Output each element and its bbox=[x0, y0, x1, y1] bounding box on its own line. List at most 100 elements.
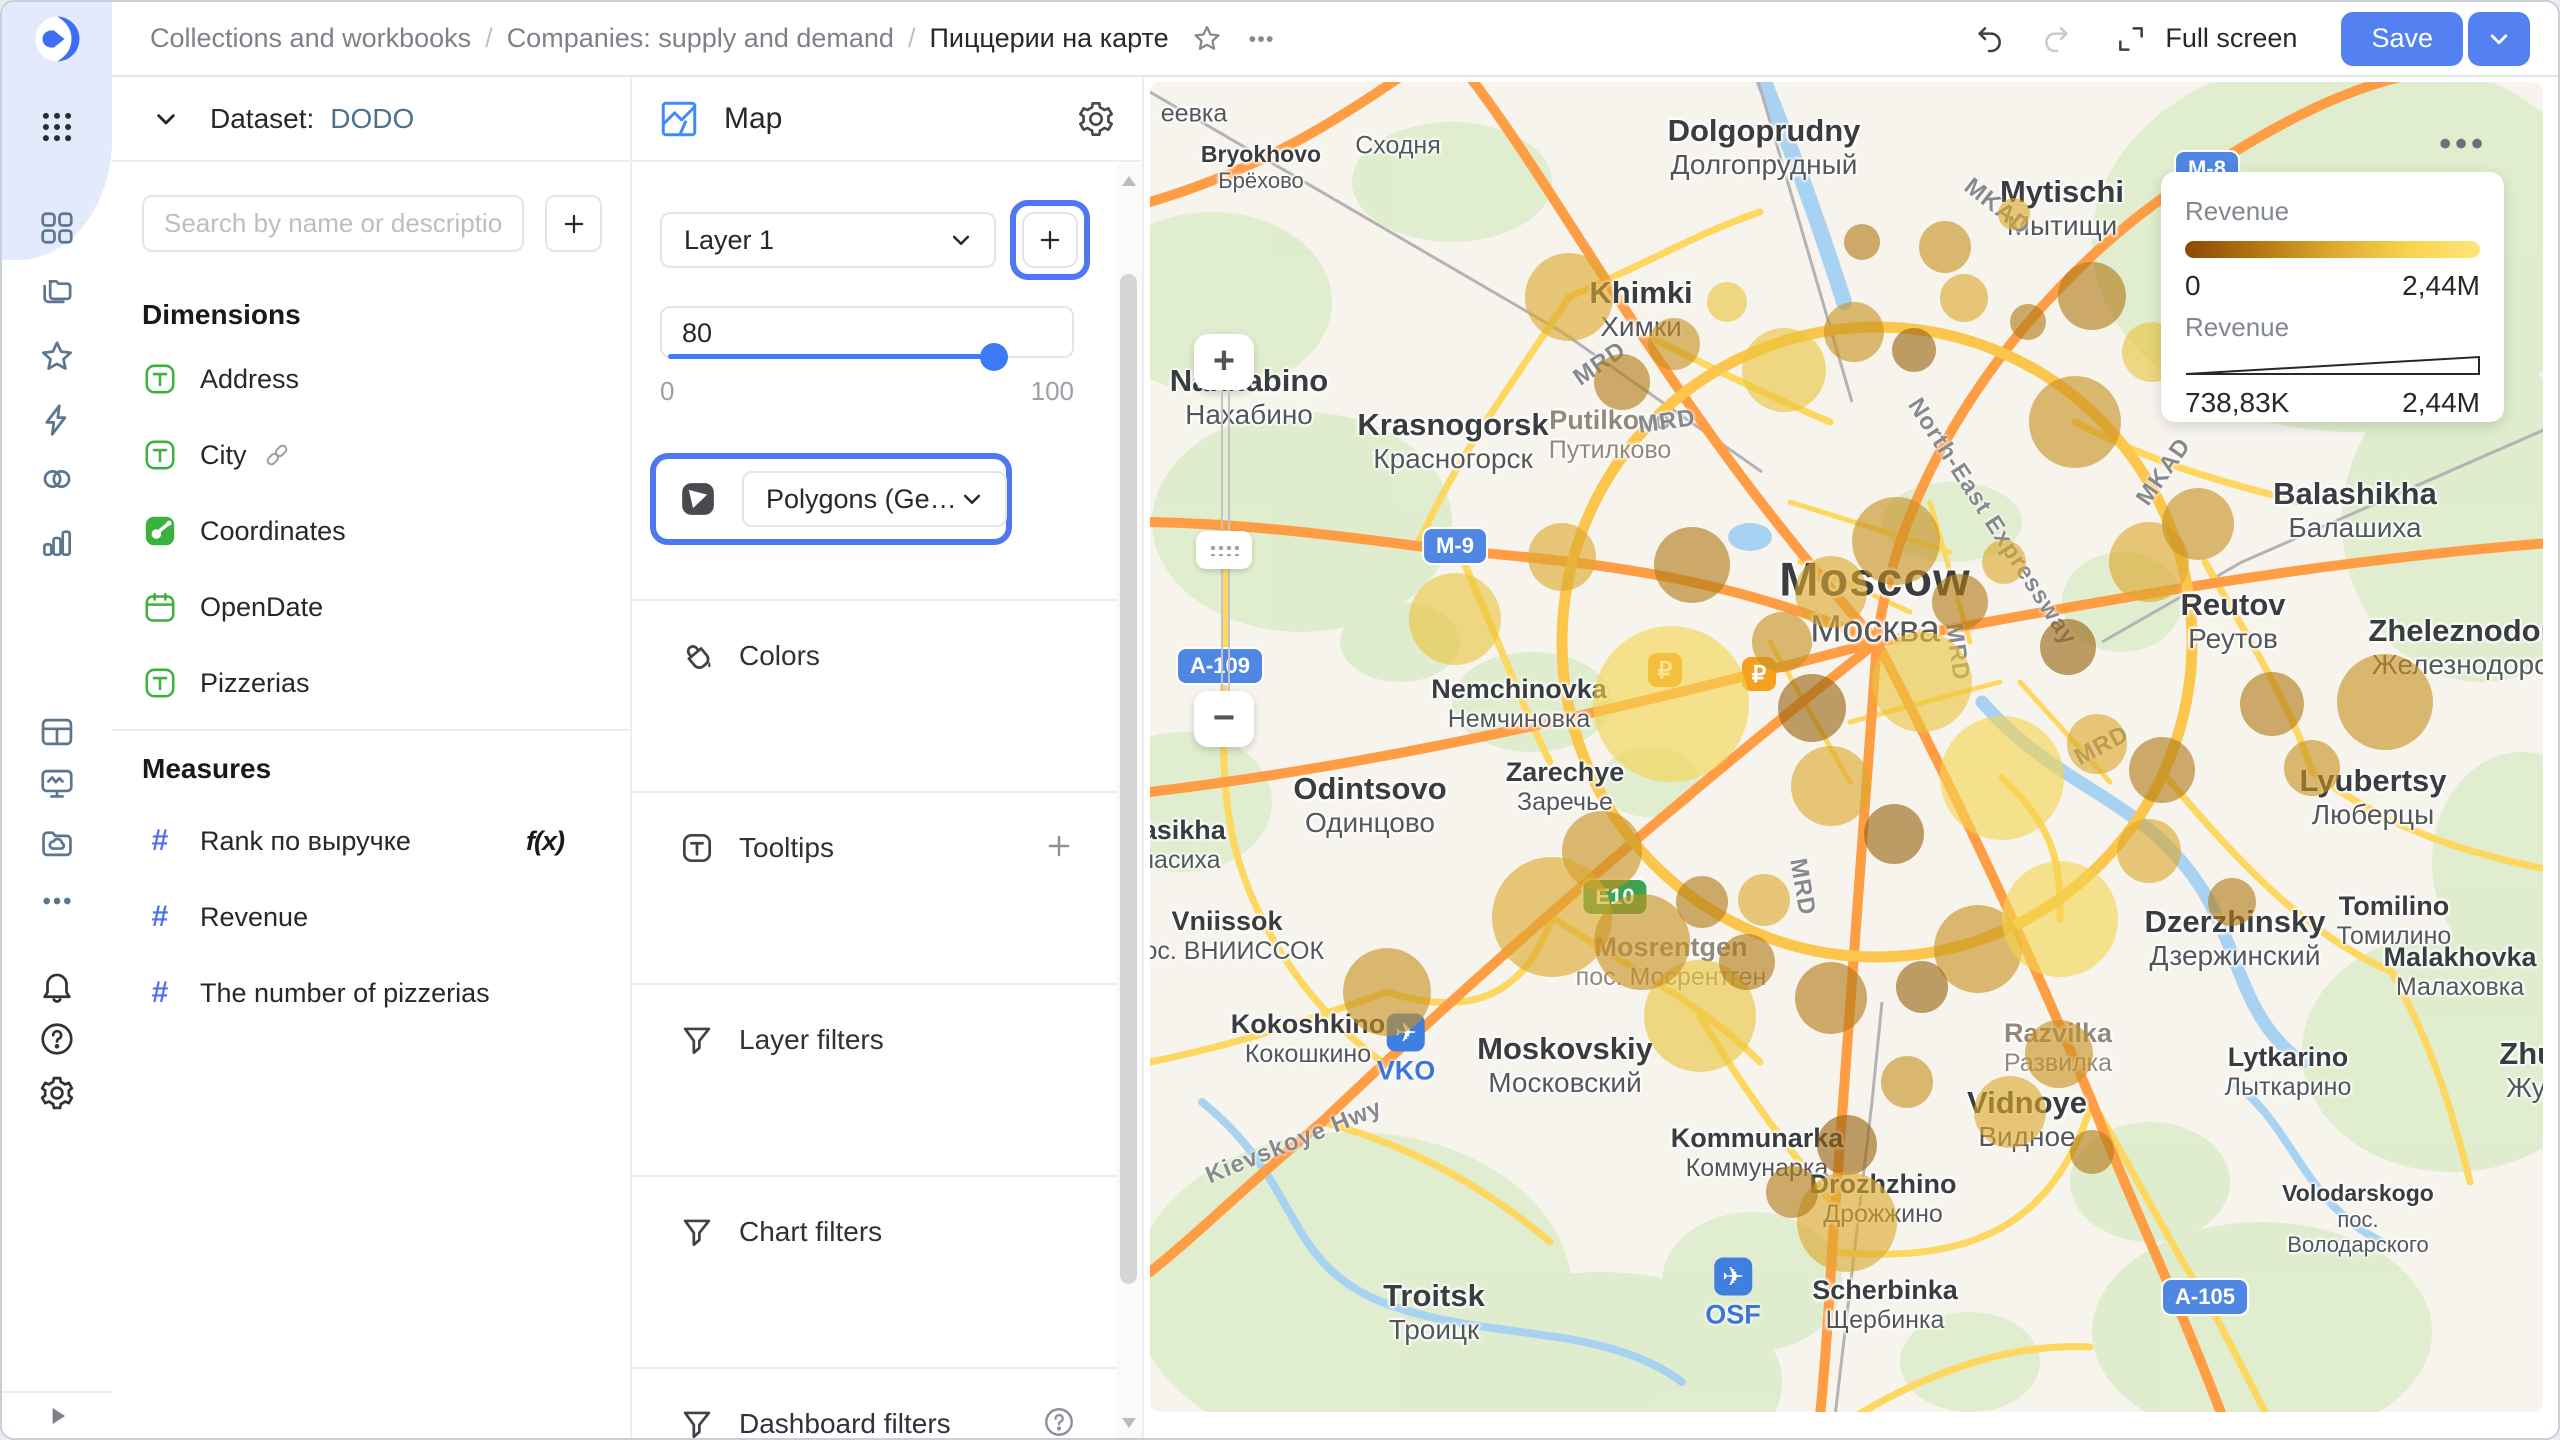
fullscreen-icon[interactable] bbox=[2115, 23, 2147, 55]
map-bubble[interactable] bbox=[1940, 274, 1988, 322]
sidebar-item-help-question[interactable] bbox=[38, 1020, 76, 1058]
map-bubble[interactable] bbox=[2067, 714, 2127, 774]
more-options-icon[interactable] bbox=[1245, 23, 1277, 55]
map-bubble[interactable] bbox=[1864, 804, 1924, 864]
section-tooltips[interactable]: Tooltips bbox=[632, 791, 1116, 983]
map-bubble[interactable] bbox=[1940, 716, 2064, 840]
breadcrumb-item[interactable]: Collections and workbooks bbox=[150, 23, 471, 54]
add-layer-button[interactable] bbox=[1022, 212, 1078, 268]
map-canvas[interactable]: еевка Bryokhovo Брёхово Сходня Dolgoprudny До… bbox=[1150, 82, 2543, 1412]
zoom-out-button[interactable]: − bbox=[1194, 691, 1254, 747]
zoom-slider-handle[interactable] bbox=[1196, 531, 1252, 569]
sidebar-item-lightning[interactable] bbox=[38, 401, 76, 439]
redo-icon[interactable] bbox=[2041, 23, 2073, 55]
scroll-up-arrow-icon[interactable] bbox=[1122, 176, 1136, 186]
map-bubble[interactable] bbox=[2070, 1130, 2114, 1174]
map-bubble[interactable] bbox=[2208, 878, 2256, 926]
add-icon[interactable] bbox=[1042, 829, 1076, 863]
opacity-slider-track[interactable] bbox=[668, 354, 992, 359]
search-input[interactable] bbox=[142, 195, 524, 252]
map-bubble[interactable] bbox=[2162, 488, 2234, 560]
formula-fx-icon[interactable]: f(x) bbox=[526, 826, 565, 857]
map-bubble[interactable] bbox=[2040, 619, 2096, 675]
layer-opacity-input[interactable]: 80 bbox=[660, 306, 1074, 371]
map-bubble[interactable] bbox=[1752, 612, 1812, 672]
help-icon[interactable] bbox=[1042, 1405, 1076, 1438]
map-bubble[interactable] bbox=[1844, 224, 1880, 260]
map-bubble[interactable] bbox=[1766, 1166, 1818, 1218]
map-bubble[interactable] bbox=[1594, 354, 1650, 410]
map-bubble[interactable] bbox=[1852, 497, 1940, 585]
map-bubble[interactable] bbox=[2010, 304, 2046, 340]
map-bubble[interactable] bbox=[1896, 961, 1948, 1013]
undo-icon[interactable] bbox=[1973, 23, 2005, 55]
opacity-slider-knob[interactable] bbox=[980, 343, 1008, 371]
map-bubble[interactable] bbox=[1719, 934, 1775, 990]
map-bubble[interactable] bbox=[1778, 674, 1846, 742]
map-bubble[interactable] bbox=[2058, 262, 2126, 330]
map-bubble[interactable] bbox=[2117, 819, 2181, 883]
sidebar-item-settings-gear[interactable] bbox=[38, 1074, 76, 1112]
map-bubble[interactable] bbox=[1409, 573, 1501, 665]
sidebar-item-more-dots[interactable] bbox=[38, 882, 76, 920]
map-bubble[interactable] bbox=[2025, 1020, 2093, 1088]
map-bubble[interactable] bbox=[1795, 556, 1867, 628]
chart-settings-gear-icon[interactable] bbox=[1076, 99, 1116, 139]
map-bubble[interactable] bbox=[2002, 861, 2118, 977]
map-bubble[interactable] bbox=[1791, 746, 1871, 826]
layer-select[interactable]: Layer 1 bbox=[660, 212, 996, 268]
map-bubble[interactable] bbox=[2284, 740, 2340, 796]
scrollbar-thumb[interactable] bbox=[1120, 274, 1137, 1284]
field-row[interactable]: Pizzerias bbox=[112, 645, 630, 721]
map-bubble[interactable] bbox=[2029, 376, 2121, 468]
map-bubble[interactable] bbox=[1594, 894, 1690, 990]
map-bubble[interactable] bbox=[1738, 874, 1790, 926]
sidebar-item-table[interactable] bbox=[38, 713, 76, 751]
field-row[interactable]: OpenDate bbox=[112, 569, 630, 645]
map-bubble[interactable] bbox=[1795, 962, 1867, 1034]
map-visualization-icon[interactable] bbox=[658, 98, 700, 140]
map-bubble[interactable] bbox=[1817, 1115, 1877, 1175]
map-bubble[interactable] bbox=[1824, 302, 1884, 362]
sidebar-item-bell[interactable] bbox=[38, 967, 76, 1005]
field-row[interactable]: Coordinates bbox=[112, 493, 630, 569]
sidebar-item-monitoring[interactable] bbox=[38, 764, 76, 802]
map-bubble[interactable] bbox=[2337, 654, 2433, 750]
scroll-down-arrow-icon[interactable] bbox=[1122, 1418, 1136, 1428]
section-colors[interactable]: Colors bbox=[632, 599, 1116, 791]
map-bubble[interactable] bbox=[1892, 328, 1936, 372]
dataset-name[interactable]: DODO bbox=[330, 103, 414, 135]
sidebar-item-bar-chart[interactable] bbox=[38, 523, 76, 561]
map-bubble[interactable] bbox=[2129, 737, 2195, 803]
add-field-button[interactable] bbox=[545, 195, 602, 252]
fullscreen-label[interactable]: Full screen bbox=[2165, 23, 2297, 54]
breadcrumb-item[interactable]: Пиццерии на карте bbox=[929, 23, 1168, 54]
sidebar-collapse-button[interactable] bbox=[2, 1391, 112, 1438]
datalens-logo-icon[interactable] bbox=[34, 16, 80, 62]
sidebar-item-connections-rings[interactable] bbox=[38, 460, 76, 498]
breadcrumb-item[interactable]: Companies: supply and demand bbox=[507, 23, 894, 54]
field-row[interactable]: # Rank по выручке f(x) bbox=[112, 803, 630, 879]
sidebar-item-dashboard[interactable] bbox=[38, 209, 76, 247]
map-bubble[interactable] bbox=[1593, 626, 1749, 782]
section-chart-filters[interactable]: Chart filters bbox=[632, 1175, 1116, 1367]
save-button[interactable]: Save bbox=[2341, 11, 2463, 66]
sidebar-item-apps-grid[interactable] bbox=[38, 108, 76, 146]
map-bubble[interactable] bbox=[2240, 672, 2304, 736]
field-row[interactable]: City bbox=[112, 417, 630, 493]
map-bubble[interactable] bbox=[1998, 198, 2030, 230]
map-bubble[interactable] bbox=[1919, 221, 1971, 273]
field-row[interactable]: # The number of pizzerias bbox=[112, 955, 630, 1031]
map-bubble[interactable] bbox=[1492, 857, 1612, 977]
map-bubble[interactable] bbox=[1742, 328, 1826, 412]
map-bubble[interactable] bbox=[1343, 948, 1431, 1036]
zoom-in-button[interactable]: + bbox=[1194, 334, 1254, 390]
map-bubble[interactable] bbox=[1707, 282, 1747, 322]
field-row[interactable]: Address bbox=[112, 341, 630, 417]
sidebar-item-favorites-star[interactable] bbox=[38, 338, 76, 376]
section-dashboard-filters[interactable]: Dashboard filters bbox=[632, 1367, 1116, 1438]
chevron-down-icon[interactable] bbox=[150, 103, 182, 135]
favorite-star-icon[interactable] bbox=[1191, 23, 1223, 55]
save-options-button[interactable] bbox=[2468, 11, 2530, 66]
sidebar-item-storage-folder[interactable] bbox=[38, 824, 76, 862]
